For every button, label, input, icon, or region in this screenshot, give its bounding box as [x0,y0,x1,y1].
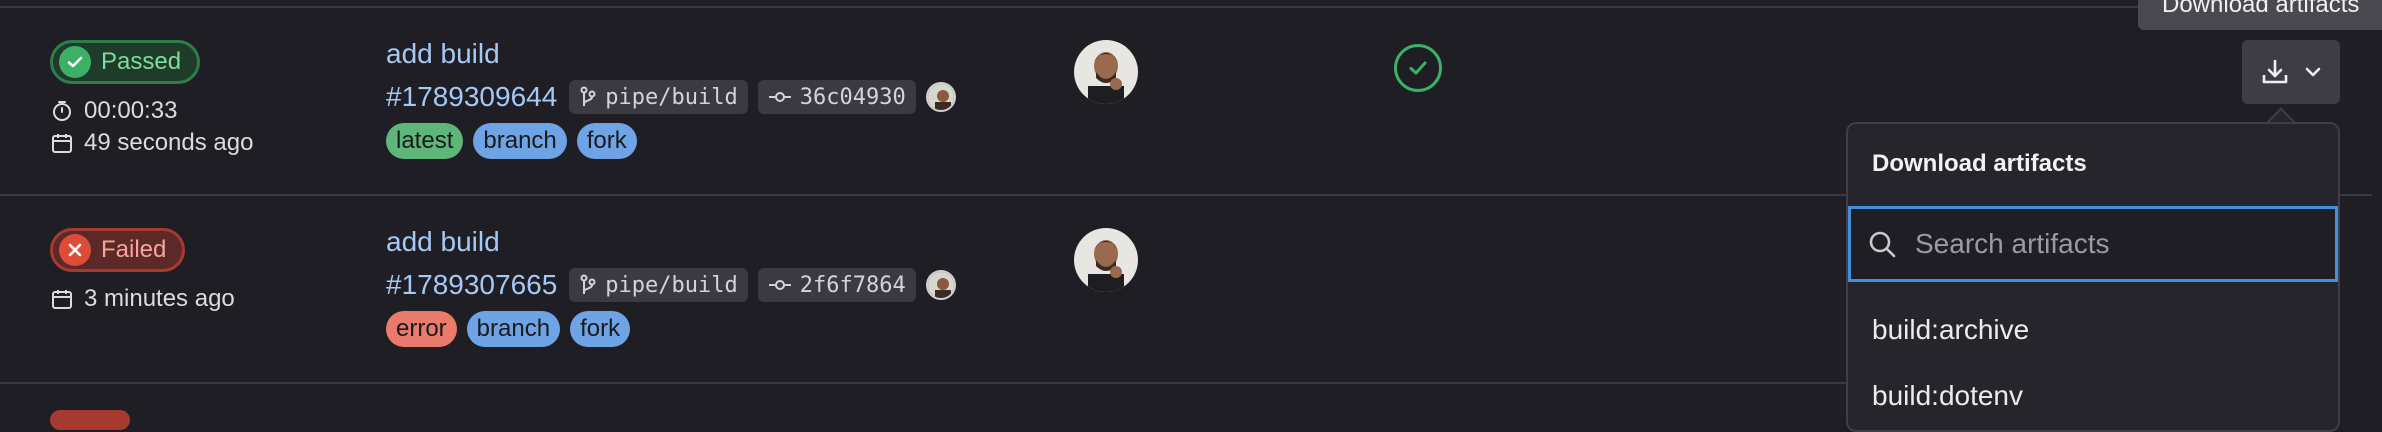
artifact-item[interactable]: build:dotenv [1872,380,2023,412]
search-icon [1869,231,1896,258]
duration-value: 00:00:33 [84,97,178,124]
dropdown-title: Download artifacts [1872,150,2087,177]
ref-name: pipe/build [605,272,738,298]
check-circle-icon [59,46,91,78]
commit-icon [768,92,791,102]
search-input[interactable] [1913,227,2317,261]
status-label: Passed [101,48,182,75]
status-badge-failed[interactable]: Failed [50,228,186,272]
label-latest[interactable]: latest [386,123,464,159]
label-error[interactable]: error [386,311,457,347]
artifact-item[interactable]: build:archive [1872,314,2029,346]
label-branch[interactable]: branch [466,311,561,347]
branch-icon [580,274,596,294]
row-divider-2 [0,382,1846,384]
label-branch[interactable]: branch [473,123,567,159]
pipeline-id-link[interactable]: #1789307665 [386,269,557,301]
pipeline-id-line: #1789307665 pipe/build 2f6f7864 [386,268,956,302]
status-label: Failed [101,236,167,263]
row-divider-1-right [2340,194,2372,196]
ref-chip[interactable]: pipe/build [569,80,748,114]
commit-title-link[interactable]: add build [386,38,500,70]
download-tooltip: Download artifacts [2138,0,2382,30]
row-divider-top [0,6,2372,8]
triggerer-avatar[interactable] [1074,228,1138,292]
pipeline-labels: latest branch fork [386,123,647,159]
close-circle-icon [59,234,91,266]
timer-icon [53,101,71,121]
pipeline-labels: error branch fork [386,311,640,347]
commit-chip[interactable]: 2f6f7864 [757,268,916,302]
calendar-icon [52,290,72,309]
label-fork[interactable]: fork [576,123,637,159]
author-mini-avatar[interactable] [925,270,956,300]
commit-icon [768,280,791,290]
author-mini-avatar[interactable] [925,82,956,112]
download-icon [2262,59,2288,84]
calendar-icon [52,134,72,153]
download-artifacts-button[interactable] [2242,40,2340,104]
created-time: 3 minutes ago [50,285,235,313]
row-divider-1 [0,194,1846,196]
status-badge-passed[interactable]: Passed [50,40,201,84]
created-time: 49 seconds ago [50,129,253,157]
search-field[interactable] [1848,206,2338,282]
pipeline-id-line: #1789309644 pipe/build 36c04930 [386,80,956,114]
ref-name: pipe/build [605,84,738,110]
time-ago: 3 minutes ago [84,285,235,312]
download-artifacts-dropdown: Download artifacts build:archive build:d… [1846,122,2340,432]
commit-chip[interactable]: 36c04930 [757,80,916,114]
chevron-down-icon [2305,67,2321,77]
label-fork[interactable]: fork [570,311,631,347]
pipeline-id-link[interactable]: #1789309644 [386,81,557,113]
time-ago: 49 seconds ago [84,129,254,156]
commit-title-link[interactable]: add build [386,226,500,258]
duration: 00:00:33 [50,97,177,125]
status-badge-partial[interactable] [50,410,130,430]
check-icon [1409,61,1427,75]
ref-chip[interactable]: pipe/build [569,268,748,302]
commit-sha: 2f6f7864 [799,272,906,298]
commit-sha: 36c04930 [799,84,906,110]
branch-icon [580,86,596,106]
triggerer-avatar[interactable] [1074,40,1138,104]
stage-build-passed[interactable] [1394,44,1442,92]
